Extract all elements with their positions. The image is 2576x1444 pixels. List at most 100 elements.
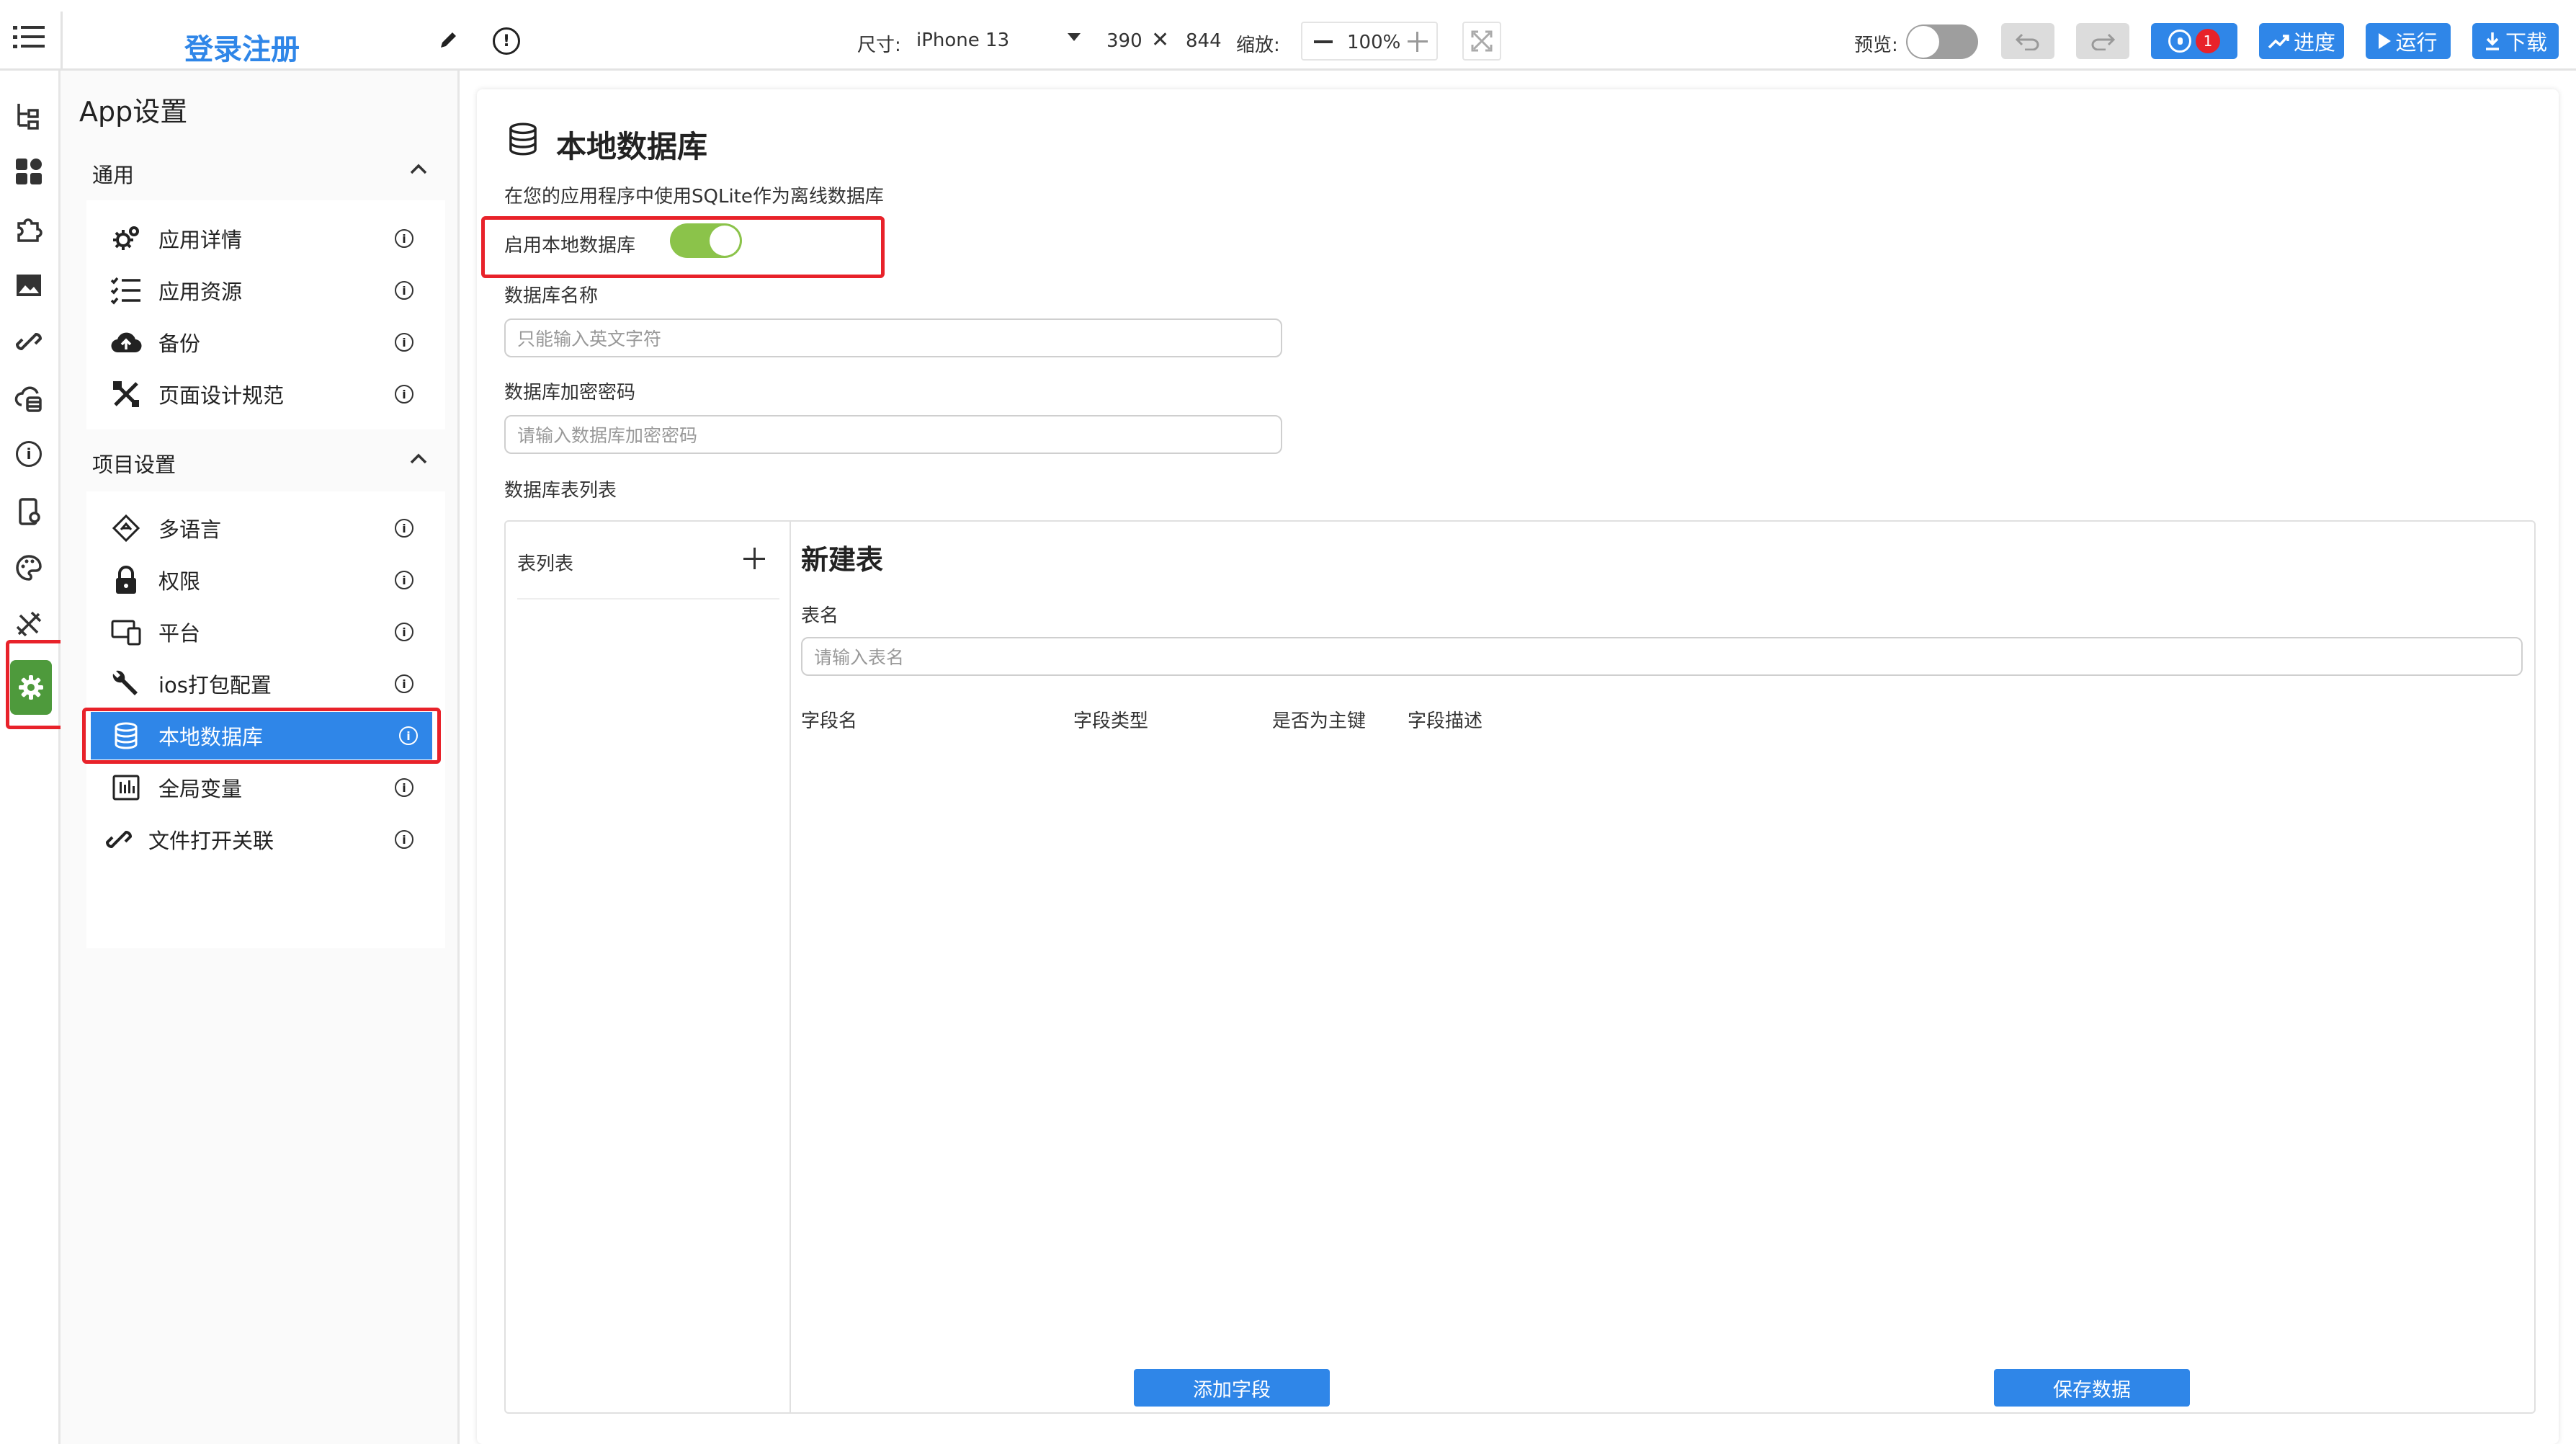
download-button-label: 下载 <box>2505 30 2547 55</box>
device-select[interactable]: iPhone 13 <box>916 24 1086 56</box>
info-icon[interactable]: i <box>395 778 413 797</box>
menu-item-backup[interactable]: 备份 i <box>86 318 439 366</box>
project-section-label: 项目设置 <box>92 453 176 477</box>
zoom-in-button[interactable] <box>1408 32 1428 52</box>
info-icon[interactable]: i <box>395 519 413 538</box>
download-icon <box>2485 32 2499 50</box>
info-icon[interactable]: ! <box>493 27 520 55</box>
info-icon[interactable]: i <box>395 281 413 300</box>
devices-icon <box>108 614 144 650</box>
db-name-label: 数据库名称 <box>504 285 599 307</box>
widgets-icon[interactable] <box>13 156 45 187</box>
zoom-control: 100% <box>1301 22 1438 61</box>
table-name-placeholder: 请输入表名 <box>814 647 905 668</box>
table-list-section-label: 数据库表列表 <box>504 480 617 502</box>
info-icon[interactable]: i <box>395 674 413 693</box>
design-tools-icon <box>108 376 144 412</box>
settings-highlight-box <box>6 640 66 729</box>
run-button-label: 运行 <box>2395 30 2438 55</box>
menu-item-ios-build[interactable]: ios打包配置 i <box>86 660 439 708</box>
download-button[interactable]: 下载 <box>2472 23 2559 59</box>
info-icon[interactable]: i <box>395 830 413 849</box>
new-table-title: 新建表 <box>801 544 884 576</box>
zoom-out-button[interactable] <box>1314 40 1333 43</box>
design-tools-icon[interactable] <box>13 608 45 640</box>
chevron-up-icon <box>410 453 427 464</box>
table-list-divider <box>517 598 779 600</box>
zoom-label: 缩放: <box>1236 35 1280 56</box>
add-field-button[interactable]: 添加字段 <box>1134 1369 1330 1407</box>
undo-icon <box>2015 33 2039 50</box>
menu-item-file-association[interactable]: 文件打开关联 i <box>86 816 439 863</box>
local-database-highlight-box <box>82 708 441 764</box>
db-password-input[interactable]: 请输入数据库加密密码 <box>504 415 1282 454</box>
menu-item-label: 权限 <box>158 569 201 594</box>
project-title: 登录注册 <box>184 33 300 66</box>
palette-icon[interactable] <box>13 552 45 584</box>
info-icon[interactable]: i <box>395 333 413 352</box>
preview-toggle-knob <box>1908 26 1939 58</box>
db-name-placeholder: 只能输入英文字符 <box>517 329 662 349</box>
menu-item-languages[interactable]: 多语言 i <box>86 504 439 552</box>
times-icon: ✕ <box>1151 27 1170 53</box>
info-icon[interactable]: i <box>395 229 413 248</box>
trend-up-icon <box>2268 35 2289 49</box>
menu-item-label: 应用详情 <box>158 228 243 252</box>
redo-button[interactable] <box>2076 23 2129 59</box>
project-section-header[interactable]: 项目设置 <box>75 432 445 487</box>
column-header-field-type: 字段类型 <box>1073 710 1149 732</box>
preview-toggle[interactable] <box>1906 24 1978 59</box>
about-icon[interactable]: i <box>13 438 45 470</box>
image-icon[interactable] <box>13 269 45 301</box>
menu-item-label: 备份 <box>158 331 201 356</box>
menu-item-platform[interactable]: 平台 i <box>86 608 439 656</box>
fullscreen-button[interactable] <box>1462 22 1501 61</box>
width-value[interactable]: 390 <box>1106 30 1142 52</box>
table-list-pane: 表列表 <box>506 522 791 1412</box>
plugin-icon[interactable] <box>13 213 45 245</box>
menu-item-app-resources[interactable]: 应用资源 i <box>86 267 439 314</box>
add-table-button[interactable] <box>742 546 768 572</box>
height-value[interactable]: 844 <box>1186 30 1222 52</box>
column-header-field-name: 字段名 <box>801 710 858 732</box>
table-name-label: 表名 <box>801 605 839 627</box>
bug-icon <box>2168 30 2191 53</box>
save-data-button[interactable]: 保存数据 <box>1994 1369 2190 1407</box>
menu-icon[interactable] <box>13 24 45 50</box>
menu-item-global-variables[interactable]: 全局变量 i <box>86 764 439 811</box>
menu-item-design-spec[interactable]: 页面设计规范 i <box>86 370 439 418</box>
column-header-primary-key: 是否为主键 <box>1272 710 1367 732</box>
general-section-label: 通用 <box>92 163 135 187</box>
cloud-database-icon[interactable] <box>13 382 45 414</box>
menu-item-app-details[interactable]: 应用详情 i <box>86 215 439 262</box>
db-name-input[interactable]: 只能输入英文字符 <box>504 318 1282 357</box>
menu-item-permissions[interactable]: 权限 i <box>86 556 439 604</box>
info-icon[interactable]: i <box>395 385 413 404</box>
link-icon[interactable] <box>13 326 45 357</box>
general-section-header[interactable]: 通用 <box>75 143 445 197</box>
tree-structure-icon[interactable] <box>13 99 45 131</box>
wrench-icon <box>108 666 144 702</box>
menu-item-label: 应用资源 <box>158 280 243 304</box>
menu-item-label: 平台 <box>158 621 201 646</box>
run-button[interactable]: 运行 <box>2366 23 2451 59</box>
menu-item-label: 页面设计规范 <box>158 383 285 408</box>
table-name-input[interactable]: 请输入表名 <box>801 637 2523 676</box>
progress-button[interactable]: 进度 <box>2259 23 2344 59</box>
undo-button[interactable] <box>2001 23 2054 59</box>
variables-icon <box>108 770 144 806</box>
vertical-divider <box>61 12 63 71</box>
phone-settings-icon[interactable] <box>13 496 45 527</box>
size-label: 尺寸: <box>857 35 901 56</box>
debug-button[interactable]: 1 <box>2151 23 2237 59</box>
activity-bar: i <box>0 71 66 1444</box>
zoom-value: 100% <box>1347 32 1401 53</box>
link-icon <box>101 821 137 857</box>
caret-down-icon <box>1068 33 1081 41</box>
info-icon[interactable]: i <box>395 571 413 589</box>
preview-label: 预览: <box>1854 35 1898 56</box>
play-icon <box>2379 33 2392 49</box>
edit-icon[interactable] <box>438 29 460 50</box>
expand-icon <box>1471 30 1493 52</box>
info-icon[interactable]: i <box>395 623 413 641</box>
